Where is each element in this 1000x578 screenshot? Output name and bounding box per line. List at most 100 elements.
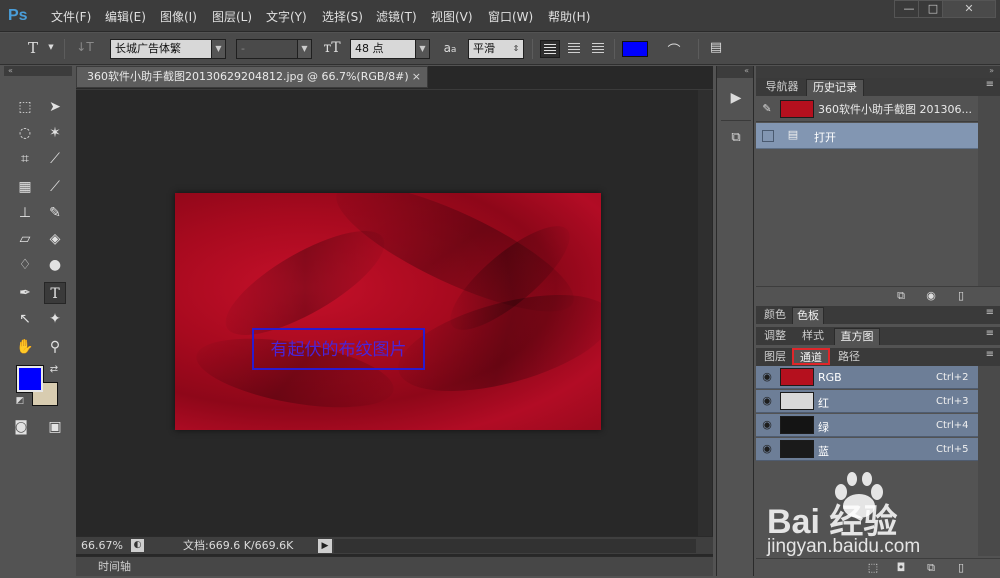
canvas-image[interactable] — [175, 193, 601, 430]
healing-brush-tool-icon[interactable]: ▦ — [14, 176, 36, 198]
history-brush-tool-icon[interactable]: ✎ — [44, 202, 66, 224]
chevron-down-icon[interactable]: ▼ — [211, 40, 225, 58]
foreground-color-swatch-front[interactable] — [17, 366, 43, 392]
lasso-tool-icon[interactable]: ◌ — [14, 122, 36, 144]
eye-icon[interactable]: ◉ — [760, 418, 774, 432]
dodge-tool-icon[interactable]: ● — [44, 254, 66, 276]
3d-cube-icon[interactable]: ⧉ — [725, 130, 747, 152]
path-selection-tool-icon[interactable]: ↖ — [14, 308, 36, 330]
menu-layer[interactable]: 图层(L) — [212, 8, 252, 26]
screen-mode-icon[interactable]: ▣ — [44, 416, 66, 438]
panel-menu-icon[interactable]: ≡ — [986, 307, 994, 318]
custom-shape-tool-icon[interactable]: ✦ — [44, 308, 66, 330]
menu-help[interactable]: 帮助(H) — [548, 8, 590, 26]
channel-row-blue[interactable]: ◉ 蓝 Ctrl+5 — [756, 438, 978, 461]
menu-edit[interactable]: 编辑(E) — [105, 8, 146, 26]
channel-row-rgb[interactable]: ◉ RGB Ctrl+2 — [756, 366, 978, 389]
menu-type[interactable]: 文字(Y) — [266, 8, 307, 26]
magic-wand-tool-icon[interactable]: ✶ — [44, 122, 66, 144]
swap-colors-icon[interactable]: ⇄ — [48, 364, 60, 376]
new-document-from-state-icon[interactable]: ⧉ — [894, 290, 908, 302]
channel-thumbnail — [780, 368, 814, 386]
menu-file[interactable]: 文件(F) — [51, 8, 91, 26]
type-tool-icon[interactable]: T — [44, 282, 66, 304]
vertical-scrollbar[interactable] — [698, 90, 712, 536]
menu-select[interactable]: 选择(S) — [322, 8, 363, 26]
channel-row-green[interactable]: ◉ 绿 Ctrl+4 — [756, 414, 978, 437]
pen-tool-icon[interactable]: ✒ — [14, 282, 36, 304]
blur-tool-icon[interactable]: ♢ — [14, 254, 36, 276]
history-item[interactable]: ▤ 打开 — [756, 123, 978, 149]
menu-view[interactable]: 视图(V) — [431, 8, 473, 26]
menu-window[interactable]: 窗口(W) — [488, 8, 533, 26]
align-right-icon[interactable] — [588, 40, 608, 58]
align-center-icon[interactable] — [564, 40, 584, 58]
quick-mask-icon[interactable]: ◙ — [10, 416, 32, 438]
chevron-down-icon[interactable]: ▼ — [415, 40, 429, 58]
eraser-tool-icon[interactable]: ▱ — [14, 228, 36, 250]
chevron-down-icon[interactable]: ▼ — [297, 40, 311, 58]
close-button[interactable]: ✕ — [942, 0, 996, 18]
play-icon[interactable]: ▶ — [318, 539, 332, 553]
tab-navigator[interactable]: 导航器 — [760, 79, 804, 96]
paint-bucket-tool-icon[interactable]: ◈ — [44, 228, 66, 250]
menu-filter[interactable]: 滤镜(T) — [376, 8, 417, 26]
panel-menu-icon[interactable]: ≡ — [986, 328, 994, 339]
font-family-select[interactable]: 长城广告体繁 ▼ — [110, 39, 226, 59]
brush-tool-icon[interactable]: ⟋ — [44, 176, 66, 198]
text-color-swatch[interactable] — [622, 41, 648, 57]
antialias-select[interactable]: 平滑 ⇕ — [468, 39, 524, 59]
history-scrollbar[interactable] — [978, 96, 1000, 286]
channel-row-red[interactable]: ◉ 红 Ctrl+3 — [756, 390, 978, 413]
document-tab[interactable]: 360软件小助手截图20130629204812.jpg @ 66.7%(RGB… — [76, 66, 428, 88]
marquee-tool-icon[interactable]: ⬚ — [14, 96, 36, 118]
move-tool-icon[interactable]: ➤ — [44, 96, 66, 118]
camera-icon[interactable]: ◉ — [924, 290, 938, 302]
panel-menu-icon[interactable]: ≡ — [986, 349, 994, 360]
chevron-updown-icon[interactable]: ⇕ — [509, 40, 523, 58]
tab-layers[interactable]: 图层 — [760, 349, 790, 366]
eye-icon[interactable]: ◉ — [760, 442, 774, 456]
tab-swatches[interactable]: 色板 — [792, 307, 824, 324]
history-checkbox[interactable] — [762, 130, 774, 142]
close-tab-icon[interactable]: × — [412, 67, 421, 87]
default-colors-icon[interactable]: ◩ — [14, 396, 26, 408]
status-menu-icon[interactable]: ◐ — [131, 539, 144, 552]
menu-image[interactable]: 图像(I) — [160, 8, 197, 26]
tab-paths[interactable]: 路径 — [834, 349, 864, 366]
tab-histogram[interactable]: 直方图 — [834, 328, 880, 345]
eye-icon[interactable]: ◉ — [760, 394, 774, 408]
panel-collapse-icon[interactable]: « — [4, 66, 72, 76]
trash-icon[interactable]: ▯ — [954, 290, 968, 302]
eye-icon[interactable]: ◉ — [760, 370, 774, 384]
history-snapshot[interactable]: ✎ 360软件小助手截图 201306... — [756, 96, 978, 122]
tab-adjustments[interactable]: 调整 — [760, 328, 790, 345]
font-size-field[interactable]: 48 点 ▼ — [350, 39, 430, 59]
zoom-level[interactable]: 66.67% — [81, 537, 123, 554]
panel-menu-icon[interactable]: ≡ — [986, 79, 994, 90]
eyedropper-tool-icon[interactable]: ⟋ — [44, 148, 66, 170]
tab-styles[interactable]: 样式 — [796, 328, 830, 345]
font-style-select[interactable]: - ▼ — [236, 39, 312, 59]
tab-channels[interactable]: 通道 — [792, 348, 830, 365]
character-panel-icon[interactable]: ▤ — [706, 40, 726, 58]
zoom-tool-icon[interactable]: ⚲ — [44, 336, 66, 358]
panel-collapse-icon[interactable]: » — [756, 66, 1000, 78]
history-brush-source-icon[interactable]: ✎ — [760, 102, 774, 116]
type-tool-preset-icon[interactable]: T — [22, 39, 44, 59]
clone-stamp-tool-icon[interactable]: ⊥ — [14, 202, 36, 224]
chevron-down-icon[interactable]: ▼ — [46, 43, 56, 55]
timeline-panel[interactable]: 时间轴 — [76, 556, 713, 576]
photoshop-logo: Ps — [8, 7, 28, 24]
warp-text-icon[interactable]: ⌒ — [664, 40, 684, 59]
crop-tool-icon[interactable]: ⌗ — [14, 148, 36, 170]
actions-play-icon[interactable]: ▶ — [725, 90, 747, 110]
hand-tool-icon[interactable]: ✋ — [14, 336, 36, 358]
canvas-text-layer[interactable]: 有起伏的布纹图片 — [252, 328, 425, 370]
expand-panels-icon[interactable]: « — [717, 66, 753, 78]
horizontal-scrollbar[interactable] — [334, 539, 696, 553]
tab-history[interactable]: 历史记录 — [806, 79, 864, 96]
tab-color[interactable]: 颜色 — [760, 307, 790, 324]
toggle-orientation-icon[interactable]: ↓T — [74, 40, 96, 58]
align-left-icon[interactable] — [540, 40, 560, 58]
